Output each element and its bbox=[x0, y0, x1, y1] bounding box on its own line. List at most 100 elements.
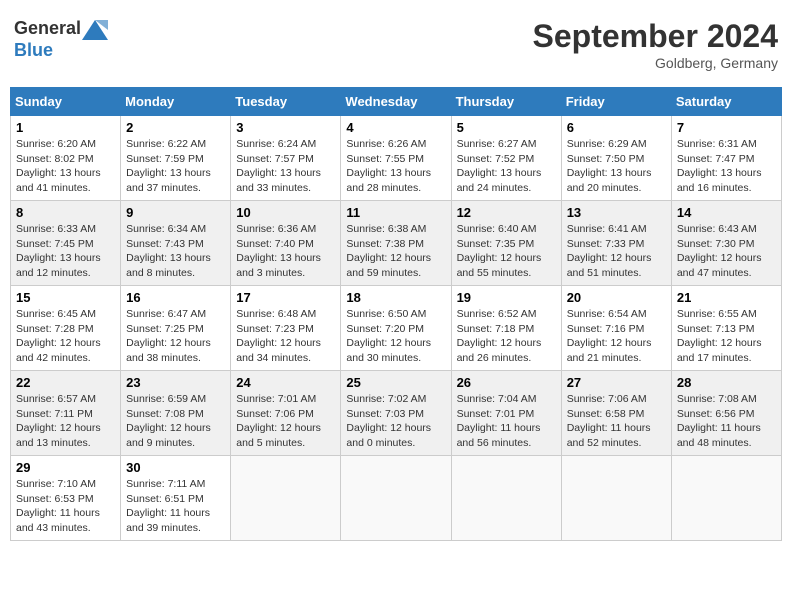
calendar-cell: 10Sunrise: 6:36 AMSunset: 7:40 PMDayligh… bbox=[231, 201, 341, 286]
calendar-cell: 6Sunrise: 6:29 AMSunset: 7:50 PMDaylight… bbox=[561, 116, 671, 201]
day-info: Sunrise: 6:59 AMSunset: 7:08 PMDaylight:… bbox=[126, 392, 225, 451]
day-number: 27 bbox=[567, 375, 666, 390]
day-number: 16 bbox=[126, 290, 225, 305]
day-info: Sunrise: 7:01 AMSunset: 7:06 PMDaylight:… bbox=[236, 392, 335, 451]
day-info: Sunrise: 7:06 AMSunset: 6:58 PMDaylight:… bbox=[567, 392, 666, 451]
day-info: Sunrise: 6:54 AMSunset: 7:16 PMDaylight:… bbox=[567, 307, 666, 366]
calendar-table: Sunday Monday Tuesday Wednesday Thursday… bbox=[10, 87, 782, 541]
day-number: 22 bbox=[16, 375, 115, 390]
calendar-cell: 29 Sunrise: 7:10 AMSunset: 6:53 PMDayligh… bbox=[11, 456, 121, 541]
calendar-cell: 14Sunrise: 6:43 AMSunset: 7:30 PMDayligh… bbox=[671, 201, 781, 286]
col-monday: Monday bbox=[121, 88, 231, 116]
day-number: 1 bbox=[16, 120, 115, 135]
day-number: 5 bbox=[457, 120, 556, 135]
calendar-cell: 11Sunrise: 6:38 AMSunset: 7:38 PMDayligh… bbox=[341, 201, 451, 286]
calendar-cell: 22 Sunrise: 6:57 AMSunset: 7:11 PMDayligh… bbox=[11, 371, 121, 456]
calendar-cell: 28Sunrise: 7:08 AMSunset: 6:56 PMDayligh… bbox=[671, 371, 781, 456]
day-number: 21 bbox=[677, 290, 776, 305]
day-number: 30 bbox=[126, 460, 225, 475]
calendar-cell bbox=[671, 456, 781, 541]
calendar-cell: 30 Sunrise: 7:11 AMSunset: 6:51 PMDayligh… bbox=[121, 456, 231, 541]
day-info: Sunrise: 6:34 AMSunset: 7:43 PMDaylight:… bbox=[126, 222, 225, 281]
calendar-cell: 7 Sunrise: 6:31 AMSunset: 7:47 PMDaylight… bbox=[671, 116, 781, 201]
location: Goldberg, Germany bbox=[533, 55, 778, 71]
calendar-cell bbox=[341, 456, 451, 541]
month-title: September 2024 bbox=[533, 18, 778, 55]
day-number: 19 bbox=[457, 290, 556, 305]
title-area: September 2024 Goldberg, Germany bbox=[533, 18, 778, 71]
calendar-cell: 1Sunrise: 6:20 AMSunset: 8:02 PMDaylight… bbox=[11, 116, 121, 201]
page-header: General Blue September 2024 Goldberg, Ge… bbox=[10, 10, 782, 79]
logo-blue: Blue bbox=[14, 40, 53, 60]
day-number: 25 bbox=[346, 375, 445, 390]
calendar-cell: 3 Sunrise: 6:24 AMSunset: 7:57 PMDaylight… bbox=[231, 116, 341, 201]
day-info: Sunrise: 7:10 AMSunset: 6:53 PMDaylight:… bbox=[16, 477, 115, 536]
calendar-cell: 17 Sunrise: 6:48 AMSunset: 7:23 PMDayligh… bbox=[231, 286, 341, 371]
calendar-week-row: 15 Sunrise: 6:45 AMSunset: 7:28 PMDayligh… bbox=[11, 286, 782, 371]
calendar-cell: 8 Sunrise: 6:33 AMSunset: 7:45 PMDaylight… bbox=[11, 201, 121, 286]
day-info: Sunrise: 6:57 AMSunset: 7:11 PMDaylight:… bbox=[16, 392, 115, 451]
day-info: Sunrise: 6:45 AMSunset: 7:28 PMDaylight:… bbox=[16, 307, 115, 366]
day-info: Sunrise: 6:47 AMSunset: 7:25 PMDaylight:… bbox=[126, 307, 225, 366]
calendar-cell: 5Sunrise: 6:27 AMSunset: 7:52 PMDaylight… bbox=[451, 116, 561, 201]
col-tuesday: Tuesday bbox=[231, 88, 341, 116]
day-info: Sunrise: 6:26 AMSunset: 7:55 PMDaylight:… bbox=[346, 137, 445, 196]
calendar-cell: 19 Sunrise: 6:52 AMSunset: 7:18 PMDayligh… bbox=[451, 286, 561, 371]
day-number: 23 bbox=[126, 375, 225, 390]
calendar-cell bbox=[561, 456, 671, 541]
day-info: Sunrise: 6:48 AMSunset: 7:23 PMDaylight:… bbox=[236, 307, 335, 366]
day-number: 11 bbox=[346, 205, 445, 220]
day-info: Sunrise: 6:43 AMSunset: 7:30 PMDaylight:… bbox=[677, 222, 776, 281]
calendar-cell: 26Sunrise: 7:04 AMSunset: 7:01 PMDayligh… bbox=[451, 371, 561, 456]
calendar-cell: 9 Sunrise: 6:34 AMSunset: 7:43 PMDaylight… bbox=[121, 201, 231, 286]
day-number: 4 bbox=[346, 120, 445, 135]
col-friday: Friday bbox=[561, 88, 671, 116]
day-number: 20 bbox=[567, 290, 666, 305]
calendar-week-row: 1Sunrise: 6:20 AMSunset: 8:02 PMDaylight… bbox=[11, 116, 782, 201]
col-sunday: Sunday bbox=[11, 88, 121, 116]
day-info: Sunrise: 6:41 AMSunset: 7:33 PMDaylight:… bbox=[567, 222, 666, 281]
day-info: Sunrise: 6:24 AMSunset: 7:57 PMDaylight:… bbox=[236, 137, 335, 196]
calendar-week-row: 29 Sunrise: 7:10 AMSunset: 6:53 PMDayligh… bbox=[11, 456, 782, 541]
day-number: 24 bbox=[236, 375, 335, 390]
day-info: Sunrise: 6:50 AMSunset: 7:20 PMDaylight:… bbox=[346, 307, 445, 366]
day-number: 18 bbox=[346, 290, 445, 305]
calendar-cell bbox=[231, 456, 341, 541]
day-number: 2 bbox=[126, 120, 225, 135]
calendar-week-row: 8 Sunrise: 6:33 AMSunset: 7:45 PMDaylight… bbox=[11, 201, 782, 286]
calendar-cell: 23 Sunrise: 6:59 AMSunset: 7:08 PMDayligh… bbox=[121, 371, 231, 456]
day-number: 26 bbox=[457, 375, 556, 390]
day-number: 15 bbox=[16, 290, 115, 305]
col-wednesday: Wednesday bbox=[341, 88, 451, 116]
day-number: 9 bbox=[126, 205, 225, 220]
calendar-cell: 20 Sunrise: 6:54 AMSunset: 7:16 PMDayligh… bbox=[561, 286, 671, 371]
calendar-cell: 4 Sunrise: 6:26 AMSunset: 7:55 PMDaylight… bbox=[341, 116, 451, 201]
logo-icon bbox=[82, 20, 108, 40]
day-number: 29 bbox=[16, 460, 115, 475]
day-info: Sunrise: 6:22 AMSunset: 7:59 PMDaylight:… bbox=[126, 137, 225, 196]
day-info: Sunrise: 6:33 AMSunset: 7:45 PMDaylight:… bbox=[16, 222, 115, 281]
day-number: 17 bbox=[236, 290, 335, 305]
col-thursday: Thursday bbox=[451, 88, 561, 116]
col-saturday: Saturday bbox=[671, 88, 781, 116]
calendar-cell: 27 Sunrise: 7:06 AMSunset: 6:58 PMDayligh… bbox=[561, 371, 671, 456]
day-info: Sunrise: 6:52 AMSunset: 7:18 PMDaylight:… bbox=[457, 307, 556, 366]
day-info: Sunrise: 6:31 AMSunset: 7:47 PMDaylight:… bbox=[677, 137, 776, 196]
calendar-cell bbox=[451, 456, 561, 541]
day-number: 3 bbox=[236, 120, 335, 135]
day-number: 8 bbox=[16, 205, 115, 220]
day-info: Sunrise: 6:40 AMSunset: 7:35 PMDaylight:… bbox=[457, 222, 556, 281]
logo: General Blue bbox=[14, 18, 109, 61]
day-number: 7 bbox=[677, 120, 776, 135]
calendar-cell: 21 Sunrise: 6:55 AMSunset: 7:13 PMDayligh… bbox=[671, 286, 781, 371]
calendar-header-row: Sunday Monday Tuesday Wednesday Thursday… bbox=[11, 88, 782, 116]
day-number: 10 bbox=[236, 205, 335, 220]
logo-general: General bbox=[14, 18, 81, 38]
day-info: Sunrise: 7:11 AMSunset: 6:51 PMDaylight:… bbox=[126, 477, 225, 536]
day-info: Sunrise: 6:55 AMSunset: 7:13 PMDaylight:… bbox=[677, 307, 776, 366]
calendar-cell: 2 Sunrise: 6:22 AMSunset: 7:59 PMDaylight… bbox=[121, 116, 231, 201]
calendar-cell: 24 Sunrise: 7:01 AMSunset: 7:06 PMDayligh… bbox=[231, 371, 341, 456]
day-number: 6 bbox=[567, 120, 666, 135]
day-number: 28 bbox=[677, 375, 776, 390]
calendar-cell: 18 Sunrise: 6:50 AMSunset: 7:20 PMDayligh… bbox=[341, 286, 451, 371]
